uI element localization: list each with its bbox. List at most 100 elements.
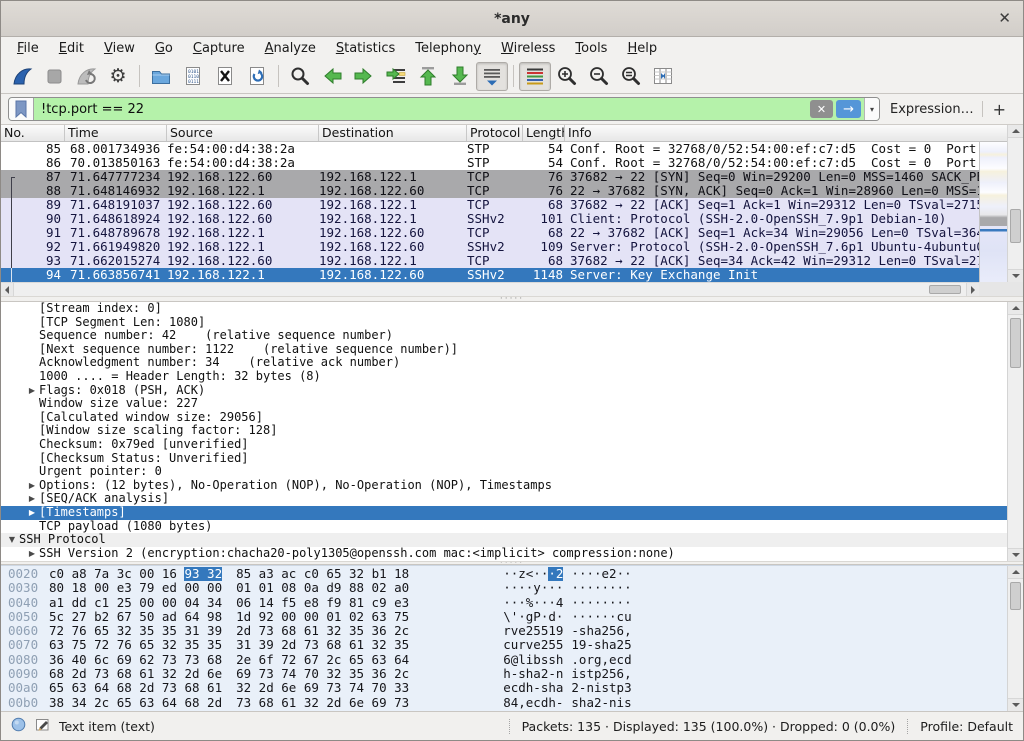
hex-row[interactable]: 0030 80 18 00 e3 79 ed 00 00 01 01 08 0a… — [1, 581, 1007, 595]
scroll-up-icon[interactable] — [1008, 566, 1023, 579]
detail-row[interactable]: Sequence number: 42 (relative sequence n… — [1, 329, 1007, 343]
menu-item[interactable]: File — [7, 40, 49, 57]
packet-list-vscrollbar[interactable] — [1007, 125, 1023, 282]
detail-row[interactable]: TCP payload (1080 bytes) — [1, 520, 1007, 534]
menu-item[interactable]: Edit — [49, 40, 94, 57]
scrollbar-thumb[interactable] — [1010, 209, 1021, 243]
detail-row[interactable]: [Stream index: 0] — [1, 302, 1007, 316]
packet-row[interactable]: 85 68.001734936 fe:54:00:d4:38:2a STP 54… — [1, 142, 979, 156]
expander-icon[interactable]: ▶ — [25, 384, 39, 398]
packet-row[interactable]: 91 71.648789678 192.168.122.1 192.168.12… — [1, 226, 979, 240]
detail-row[interactable]: ▶ Flags: 0x018 (PSH, ACK) — [1, 384, 1007, 398]
filter-expression-text[interactable]: !tcp.port == 22 — [34, 102, 810, 117]
column-header-info[interactable]: Info — [565, 125, 1009, 141]
add-filter-button-icon[interactable]: + — [983, 100, 1016, 119]
expander-icon[interactable]: ▶ — [25, 492, 39, 506]
detail-row[interactable]: [Checksum Status: Unverified] — [1, 452, 1007, 466]
zoom-in-icon[interactable] — [551, 62, 583, 91]
start-capture-icon[interactable] — [6, 62, 38, 91]
hex-row[interactable]: 0020 c0 a8 7a 3c 00 16 93 32 85 a3 ac c0… — [1, 567, 1007, 581]
menu-item[interactable]: Go — [145, 40, 183, 57]
detail-row[interactable]: Checksum: 0x79ed [unverified] — [1, 438, 1007, 452]
scroll-down-icon[interactable] — [1008, 698, 1023, 711]
packet-row[interactable]: 92 71.661949820 192.168.122.1 192.168.12… — [1, 240, 979, 254]
menu-item[interactable]: View — [94, 40, 145, 57]
hex-row[interactable]: 00b0 38 34 2c 65 63 64 68 2d 73 68 61 32… — [1, 696, 1007, 710]
expander-icon[interactable] — [25, 329, 39, 343]
display-filter-input[interactable]: !tcp.port == 22 ✕ → ▾ — [8, 97, 880, 121]
intelligent-scrollbar-minimap[interactable] — [979, 142, 1009, 282]
detail-row[interactable]: ▶ [SEQ/ACK analysis] — [1, 492, 1007, 506]
column-header-protocol[interactable]: Protocol — [467, 125, 523, 141]
scroll-down-icon[interactable] — [1008, 269, 1023, 282]
expander-icon[interactable] — [25, 520, 39, 534]
expander-icon[interactable]: ▶ — [25, 506, 39, 520]
hex-row[interactable]: 0060 72 76 65 32 35 35 31 39 2d 73 68 61… — [1, 624, 1007, 638]
packet-row[interactable]: 88 71.648146932 192.168.122.1 192.168.12… — [1, 184, 979, 198]
column-header-source[interactable]: Source — [167, 125, 319, 141]
detail-row[interactable]: [Window size scaling factor: 128] — [1, 424, 1007, 438]
detail-row[interactable]: Acknowledgment number: 34 (relative ack … — [1, 356, 1007, 370]
packet-list-hscrollbar[interactable] — [1, 282, 979, 296]
expander-icon[interactable]: ▶ — [25, 479, 39, 493]
packet-row[interactable]: 86 70.013850163 fe:54:00:d4:38:2a STP 54… — [1, 156, 979, 170]
resize-columns-icon[interactable] — [647, 62, 679, 91]
hex-row[interactable]: 0090 68 2d 73 68 61 32 2d 6e 69 73 74 70… — [1, 667, 1007, 681]
reload-file-icon[interactable] — [241, 62, 273, 91]
column-header-no[interactable]: No. — [1, 125, 65, 141]
go-first-icon[interactable] — [412, 62, 444, 91]
expression-button[interactable]: Expression… — [880, 102, 982, 117]
column-header-destination[interactable]: Destination — [319, 125, 467, 141]
titlebar[interactable]: *any ✕ — [1, 1, 1023, 37]
menu-item[interactable]: Statistics — [326, 40, 405, 57]
detail-row[interactable]: ▶ [Timestamps] — [1, 506, 1007, 520]
packet-row[interactable]: 94 71.663856741 192.168.122.1 192.168.12… — [1, 268, 979, 282]
colorize-packets-icon[interactable] — [519, 62, 551, 91]
menu-item[interactable]: Telephony — [405, 40, 491, 57]
detail-row[interactable]: ▼ SSH Protocol — [1, 533, 1007, 547]
hex-row[interactable]: 00a0 65 63 64 68 2d 73 68 61 32 2d 6e 69… — [1, 681, 1007, 695]
hex-row[interactable]: 0050 5c 27 b2 67 50 ad 64 98 1d 92 00 00… — [1, 610, 1007, 624]
hex-row[interactable]: 0080 36 40 6c 69 62 73 73 68 2e 6f 72 67… — [1, 653, 1007, 667]
hex-vscrollbar[interactable] — [1007, 566, 1023, 711]
zoom-reset-icon[interactable] — [615, 62, 647, 91]
expander-icon[interactable]: ▼ — [5, 533, 19, 547]
detail-row[interactable]: Window size value: 227 — [1, 397, 1007, 411]
scrollbar-thumb[interactable] — [1010, 582, 1021, 610]
save-file-icon[interactable]: 010101100111 — [177, 62, 209, 91]
menu-item[interactable]: Help — [617, 40, 667, 57]
capture-options-icon[interactable]: ⚙ — [102, 62, 134, 91]
go-forward-icon[interactable] — [348, 62, 380, 91]
filter-dropdown-icon[interactable]: ▾ — [864, 98, 879, 120]
expander-icon[interactable] — [25, 356, 39, 370]
column-header-length[interactable]: Length — [523, 125, 565, 141]
go-to-packet-icon[interactable] — [380, 62, 412, 91]
expander-icon[interactable] — [25, 411, 39, 425]
packet-row[interactable]: 93 71.662015274 192.168.122.60 192.168.1… — [1, 254, 979, 268]
restart-capture-icon[interactable] — [70, 62, 102, 91]
scroll-up-icon[interactable] — [1008, 302, 1023, 315]
packet-row[interactable]: 87 71.647777234 192.168.122.60 192.168.1… — [1, 170, 979, 184]
detail-row[interactable]: [Next sequence number: 1122 (relative se… — [1, 343, 1007, 357]
menu-item[interactable]: Analyze — [255, 40, 326, 57]
filter-bookmark-button[interactable] — [9, 98, 34, 120]
detail-vscrollbar[interactable] — [1007, 302, 1023, 561]
scrollbar-thumb[interactable] — [1010, 318, 1021, 368]
auto-scroll-icon[interactable] — [476, 62, 508, 91]
detail-row[interactable]: Urgent pointer: 0 — [1, 465, 1007, 479]
scroll-up-icon[interactable] — [1008, 125, 1023, 138]
statusbar-separator[interactable] — [907, 719, 908, 734]
menu-item[interactable]: Capture — [183, 40, 255, 57]
stop-capture-icon[interactable] — [38, 62, 70, 91]
detail-row[interactable]: [TCP Segment Len: 1080] — [1, 316, 1007, 330]
filter-clear-icon[interactable]: ✕ — [810, 100, 833, 118]
expander-icon[interactable] — [25, 370, 39, 384]
expert-info-icon[interactable] — [11, 717, 26, 735]
capture-comment-icon[interactable] — [35, 717, 50, 735]
packet-row[interactable]: 90 71.648618924 192.168.122.60 192.168.1… — [1, 212, 979, 226]
detail-row[interactable]: ▶ SSH Version 2 (encryption:chacha20-pol… — [1, 547, 1007, 561]
go-last-icon[interactable] — [444, 62, 476, 91]
packet-row[interactable]: 89 71.648191037 192.168.122.60 192.168.1… — [1, 198, 979, 212]
expander-icon[interactable] — [25, 302, 39, 316]
scroll-right-icon[interactable] — [966, 283, 979, 296]
